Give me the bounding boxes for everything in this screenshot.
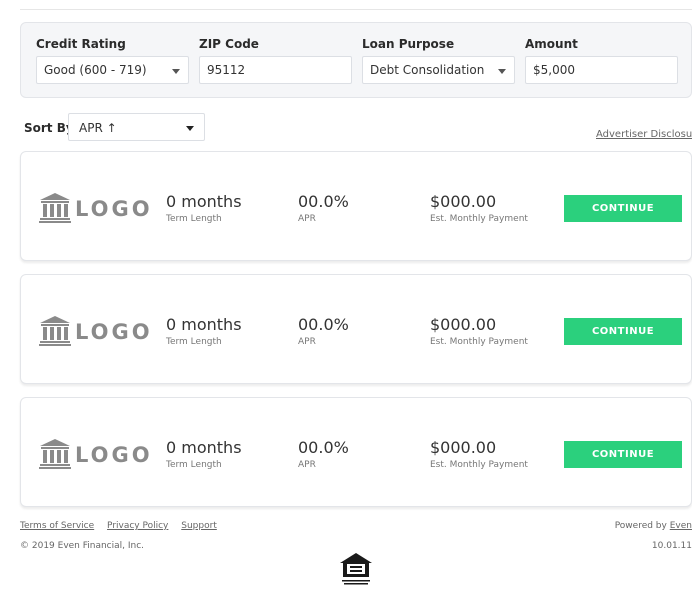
apr-label: APR: [298, 337, 316, 347]
sort-select[interactable]: APR ↑: [68, 113, 205, 141]
powered-by-text: Powered by: [614, 521, 667, 531]
offer-card: LOGO 0 months Term Length 00.0% APR $000…: [20, 151, 692, 261]
continue-button[interactable]: CONTINUE: [564, 318, 682, 345]
payment-value: $000.00: [430, 192, 497, 211]
term-value: 0 months: [166, 192, 242, 211]
lender-logo: LOGO: [39, 193, 151, 223]
apr-value: 00.0%: [298, 315, 349, 334]
apr-label: APR: [298, 460, 316, 470]
payment-value: $000.00: [430, 438, 497, 457]
top-divider: [20, 9, 692, 10]
credit-rating-label: Credit Rating: [36, 37, 126, 51]
zip-code-field: ZIP Code 95112: [199, 37, 352, 84]
credit-rating-field: Credit Rating Good (600 - 719): [36, 37, 189, 84]
bank-icon: [39, 316, 71, 346]
equal-housing-icon: [338, 551, 374, 587]
logo-text: LOGO: [75, 443, 153, 467]
offer-card: LOGO 0 months Term Length 00.0% APR $000…: [20, 274, 692, 384]
payment-label: Est. Monthly Payment: [430, 337, 528, 347]
apr-metric: 00.0% APR: [298, 192, 349, 224]
credit-rating-value: Good (600 - 719): [44, 63, 147, 77]
apr-label: APR: [298, 214, 316, 224]
loan-purpose-select[interactable]: Debt Consolidation: [362, 56, 515, 84]
chevron-down-icon: [186, 126, 194, 131]
loan-purpose-field: Loan Purpose Debt Consolidation: [362, 37, 515, 84]
apr-value: 00.0%: [298, 192, 349, 211]
term-label: Term Length: [166, 460, 222, 470]
filter-panel: Credit Rating Good (600 - 719) ZIP Code …: [20, 22, 692, 98]
terms-of-service-link[interactable]: Terms of Service: [20, 521, 94, 531]
amount-field: Amount $5,000: [525, 37, 678, 84]
term-metric: 0 months Term Length: [166, 438, 242, 470]
lender-logo: LOGO: [39, 316, 151, 346]
payment-label: Est. Monthly Payment: [430, 460, 528, 470]
amount-input[interactable]: $5,000: [525, 56, 678, 84]
continue-button[interactable]: CONTINUE: [564, 441, 682, 468]
term-metric: 0 months Term Length: [166, 315, 242, 347]
privacy-policy-link[interactable]: Privacy Policy: [107, 521, 168, 531]
zip-code-label: ZIP Code: [199, 37, 259, 51]
loan-purpose-label: Loan Purpose: [362, 37, 455, 51]
payment-metric: $000.00 Est. Monthly Payment: [430, 315, 528, 347]
apr-value: 00.0%: [298, 438, 349, 457]
amount-label: Amount: [525, 37, 578, 51]
logo-text: LOGO: [75, 197, 153, 221]
payment-label: Est. Monthly Payment: [430, 214, 528, 224]
bank-icon: [39, 439, 71, 469]
footer-links: Terms of Service Privacy Policy Support: [20, 521, 227, 531]
logo-text: LOGO: [75, 320, 153, 344]
copyright: © 2019 Even Financial, Inc.: [20, 541, 145, 551]
term-metric: 0 months Term Length: [166, 192, 242, 224]
term-label: Term Length: [166, 214, 222, 224]
zip-code-input[interactable]: 95112: [199, 56, 352, 84]
term-value: 0 months: [166, 315, 242, 334]
support-link[interactable]: Support: [181, 521, 217, 531]
lender-logo: LOGO: [39, 439, 151, 469]
term-value: 0 months: [166, 438, 242, 457]
sort-value: APR ↑: [79, 121, 117, 135]
powered-by: Powered by Even: [615, 521, 692, 531]
term-label: Term Length: [166, 337, 222, 347]
bank-icon: [39, 193, 71, 223]
apr-metric: 00.0% APR: [298, 438, 349, 470]
version: 10.01.11: [651, 541, 692, 551]
continue-button[interactable]: CONTINUE: [564, 195, 682, 222]
even-link[interactable]: Even: [670, 521, 692, 531]
advertiser-disclosure-link[interactable]: Advertiser Disclosure: [596, 129, 692, 140]
payment-metric: $000.00 Est. Monthly Payment: [430, 438, 528, 470]
loan-purpose-value: Debt Consolidation: [370, 63, 485, 77]
apr-metric: 00.0% APR: [298, 315, 349, 347]
offer-card: LOGO 0 months Term Length 00.0% APR $000…: [20, 397, 692, 507]
payment-value: $000.00: [430, 315, 497, 334]
chevron-down-icon: [172, 69, 180, 74]
sort-label: Sort By: [24, 121, 74, 135]
credit-rating-select[interactable]: Good (600 - 719): [36, 56, 189, 84]
chevron-down-icon: [498, 69, 506, 74]
payment-metric: $000.00 Est. Monthly Payment: [430, 192, 528, 224]
